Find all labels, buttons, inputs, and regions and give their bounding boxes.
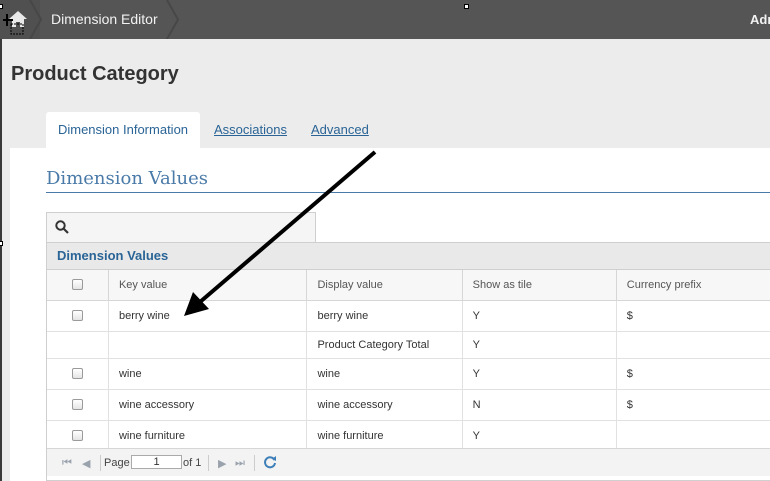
- row-select-cell: [47, 358, 109, 390]
- pager-divider: [254, 455, 255, 471]
- key-value-cell: wine furniture: [108, 420, 308, 452]
- section-title: Dimension Values: [46, 168, 208, 189]
- show-as-tile-cell: Y: [462, 358, 617, 390]
- currency-prefix-cell: $: [616, 358, 770, 390]
- crosshair-cursor-icon: [3, 14, 24, 35]
- display-value-cell: wine accessory: [306, 389, 463, 421]
- key-value-cell: wine: [108, 358, 308, 390]
- selection-handle: [0, 241, 3, 246]
- table-row[interactable]: Product Category Total Y: [47, 331, 770, 359]
- pager-divider: [208, 455, 209, 471]
- show-as-tile-cell: N: [462, 389, 617, 421]
- page-label: Page: [104, 457, 130, 469]
- column-header-display-value[interactable]: Display value: [306, 270, 463, 301]
- grid-title: Dimension Values: [47, 243, 770, 270]
- breadcrumb-separator: [166, 0, 180, 39]
- grid-table: Key value Display value Show as tile Cur…: [47, 270, 770, 452]
- section-divider: [46, 192, 770, 193]
- currency-prefix-cell: $: [616, 300, 770, 332]
- user-menu[interactable]: Adm: [750, 0, 770, 39]
- first-page-icon[interactable]: ⏮: [62, 457, 72, 470]
- table-row[interactable]: wine wine Y $: [47, 358, 770, 390]
- select-all-cell: [47, 270, 109, 301]
- row-checkbox[interactable]: [71, 430, 83, 442]
- tab-dimension-information[interactable]: Dimension Information: [46, 112, 200, 148]
- currency-prefix-cell: [616, 331, 770, 359]
- grid-header-row: Key value Display value Show as tile Cur…: [47, 270, 770, 301]
- column-header-show-as-tile[interactable]: Show as tile: [462, 270, 617, 301]
- row-select-cell: [47, 331, 109, 359]
- grid-pager: ⏮ ◀ Page of 1 ▶ ⏭: [47, 448, 770, 476]
- display-value-cell: Product Category Total: [306, 331, 463, 359]
- selection-handle: [0, 4, 3, 9]
- table-row[interactable]: wine accessory wine accessory N $: [47, 389, 770, 421]
- display-value-cell: wine: [306, 358, 463, 390]
- table-row[interactable]: berry wine berry wine Y $: [47, 300, 770, 332]
- key-value-cell: wine accessory: [108, 389, 308, 421]
- selection-handle: [464, 4, 469, 9]
- dimension-values-grid: Dimension Values Key value Display value…: [46, 242, 770, 481]
- search-icon: [55, 220, 69, 234]
- page-count-label: of 1: [183, 457, 202, 469]
- display-value-cell: wine furniture: [306, 420, 463, 452]
- row-checkbox[interactable]: [71, 310, 83, 322]
- show-as-tile-cell: Y: [462, 300, 617, 332]
- row-select-cell: [47, 389, 109, 421]
- key-value-cell: berry wine: [108, 300, 308, 332]
- row-select-cell: [47, 300, 109, 332]
- tab-associations[interactable]: Associations: [214, 112, 287, 148]
- table-row[interactable]: wine furniture wine furniture Y: [47, 420, 770, 452]
- search-input[interactable]: [46, 212, 316, 242]
- last-page-icon[interactable]: ⏭: [235, 457, 245, 470]
- top-bar: Dimension Editor Adm: [0, 0, 770, 39]
- breadcrumb-dimension-editor[interactable]: Dimension Editor: [40, 0, 180, 39]
- currency-prefix-cell: $: [616, 389, 770, 421]
- column-header-key-value[interactable]: Key value: [108, 270, 308, 301]
- page-number-input[interactable]: [131, 455, 182, 469]
- column-header-currency-prefix[interactable]: Currency prefix: [616, 270, 770, 301]
- currency-prefix-cell: [616, 420, 770, 452]
- row-checkbox[interactable]: [71, 399, 83, 411]
- display-value-cell: berry wine: [306, 300, 463, 332]
- selection-edge: [0, 39, 2, 481]
- next-page-icon[interactable]: ▶: [218, 457, 226, 470]
- page-title: Product Category: [11, 63, 179, 85]
- show-as-tile-cell: Y: [462, 420, 617, 452]
- pager-divider: [100, 455, 101, 471]
- show-as-tile-cell: Y: [462, 331, 617, 359]
- select-all-checkbox[interactable]: [71, 279, 83, 291]
- row-select-cell: [47, 420, 109, 452]
- previous-page-icon[interactable]: ◀: [82, 457, 90, 470]
- refresh-icon[interactable]: [263, 455, 277, 469]
- key-value-cell: [108, 331, 308, 359]
- row-checkbox[interactable]: [71, 368, 83, 380]
- tab-advanced[interactable]: Advanced: [311, 112, 369, 148]
